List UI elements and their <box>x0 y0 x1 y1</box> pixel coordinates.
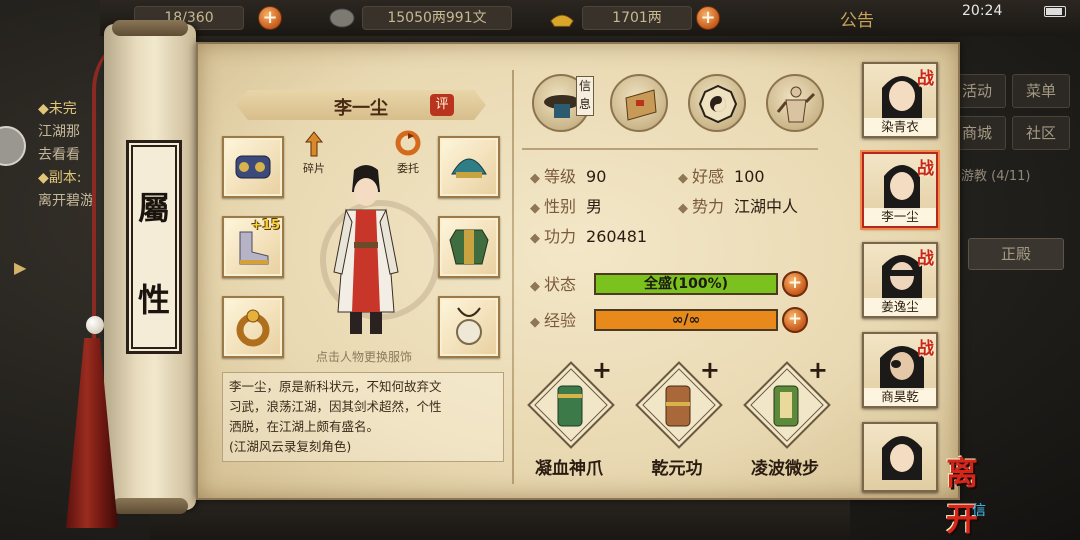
character-figure[interactable] <box>324 162 408 342</box>
equip-slot-armor[interactable] <box>438 216 500 278</box>
tab-underline <box>522 148 818 150</box>
tab-meridian[interactable] <box>766 74 824 132</box>
roster-name: 姜逸尘 <box>864 298 936 316</box>
diamond-bullet-icon: ◆ <box>530 279 540 294</box>
skill-add-icon[interactable]: + <box>592 356 612 384</box>
skill-name: 乾元功 <box>651 459 703 479</box>
panel-divider <box>512 70 514 484</box>
info-tag: 信息 <box>576 76 594 116</box>
attributes-title-tab: 屬 性 <box>126 140 182 354</box>
battle-badge: 战 <box>917 339 934 359</box>
scroll-map-icon <box>625 89 657 121</box>
shard-arrows-icon <box>304 131 324 157</box>
state-bar: 全盛(100%) <box>594 273 778 295</box>
roster-card[interactable]: 战 染青衣 <box>862 62 938 138</box>
diamond-bullet-icon: ◆ <box>530 171 540 186</box>
diamond-bullet-icon: ◆ <box>530 315 540 330</box>
roster-card[interactable] <box>862 422 938 492</box>
roster-name: 染青衣 <box>864 118 936 136</box>
boots-icon <box>239 231 269 265</box>
roster-card[interactable]: 战 商昊乾 <box>862 332 938 408</box>
skill-add-icon[interactable]: + <box>808 356 828 384</box>
helmet-icon <box>451 158 487 178</box>
roster-card[interactable]: 战 姜逸尘 <box>862 242 938 318</box>
coin-icon <box>329 8 355 28</box>
green-book-icon <box>773 385 799 427</box>
ingot-display: 1701两 <box>582 6 692 30</box>
tab-map[interactable] <box>610 74 668 132</box>
armor-icon <box>449 229 489 265</box>
favor-row: ◆ 好感 100 <box>678 167 765 186</box>
rating-badge[interactable]: 评 <box>430 94 454 116</box>
skill-add-icon[interactable]: + <box>700 356 720 384</box>
state-add-button[interactable]: + <box>782 271 808 297</box>
clock: 20:24 <box>962 3 1003 19</box>
gauntlet-icon <box>235 155 271 179</box>
entrust-swirl-icon <box>395 130 421 156</box>
equip-slot-amulet[interactable] <box>438 296 500 358</box>
tab-bagua[interactable] <box>688 74 746 132</box>
menu-button[interactable]: 菜单 <box>1012 74 1070 108</box>
body-meridian-icon <box>776 86 816 123</box>
leave-button[interactable]: 离开 <box>946 448 1006 538</box>
message-icon[interactable]: 信 <box>972 500 994 522</box>
character-attributes-panel: 李一尘 评 +15 碎片 委托 点击人物更换服饰 李一尘，原是新科状元，不知何故… <box>196 42 960 500</box>
notice-button[interactable]: 公告 <box>840 6 874 31</box>
diamond-bullet-icon: ◆ <box>530 231 540 246</box>
skill-name: 凝血神爪 <box>535 459 603 479</box>
green-scroll-icon <box>557 385 583 427</box>
main-hall-button[interactable]: 正殿 <box>968 238 1064 270</box>
device-status-bar: 20:24 <box>950 0 1080 22</box>
roster-name: 李一尘 <box>864 208 936 226</box>
faction-progress: 碧游教 (4/11) <box>948 169 1031 184</box>
tassel-bead <box>86 316 104 334</box>
top-resource-bar: 18/360 + 15050两991文 1701两 + 公告 <box>100 0 1080 36</box>
equip-slot-helmet[interactable] <box>438 136 500 198</box>
amulet-icon <box>456 307 482 345</box>
roster-card-selected[interactable]: 战 李一尘 <box>862 152 938 228</box>
ingot-add-button[interactable]: + <box>696 6 720 30</box>
bagua-icon <box>698 84 738 124</box>
exp-row: ◆ 经验 <box>530 311 577 330</box>
diamond-bullet-icon: ◆ <box>678 171 688 186</box>
bottom-dock <box>150 496 850 540</box>
portrait-icon <box>882 436 922 480</box>
gold-ingot-icon <box>550 14 574 27</box>
diamond-bullet-icon: ◆ <box>530 201 540 216</box>
skill-slot-1[interactable]: + 凝血神爪 <box>520 356 618 482</box>
community-button[interactable]: 社区 <box>1012 116 1070 150</box>
battle-badge: 战 <box>917 249 934 269</box>
bag-add-button[interactable]: + <box>258 6 282 30</box>
battle-badge: 战 <box>917 69 934 89</box>
money-display: 15050两991文 <box>362 6 512 30</box>
battle-badge: 战 <box>917 159 934 179</box>
exp-add-button[interactable]: + <box>782 307 808 333</box>
roster-name: 商昊乾 <box>864 388 936 406</box>
exp-bar: ∞/∞ <box>594 309 778 331</box>
state-bar-text: 全盛(100%) <box>643 276 729 292</box>
equip-slot-weapon[interactable] <box>222 136 284 198</box>
skill-slot-2[interactable]: + 乾元功 <box>628 356 726 482</box>
ring-icon <box>236 309 270 347</box>
state-row: ◆ 状态 <box>530 275 577 294</box>
level-row: ◆ 等级 90 <box>530 167 607 186</box>
expand-arrow-icon[interactable]: ▶ <box>14 258 28 278</box>
faction-row: ◆ 势力 江湖中人 <box>678 197 799 216</box>
power-row: ◆ 功力 260481 <box>530 227 648 246</box>
equip-slot-ring[interactable] <box>222 296 284 358</box>
skill-name: 凌波微步 <box>751 459 819 479</box>
battery-icon <box>1044 6 1066 17</box>
gender-row: ◆ 性别男 <box>530 197 603 216</box>
brown-scroll-icon <box>665 385 691 427</box>
diamond-bullet-icon: ◆ <box>678 201 688 216</box>
equip-slot-shoes[interactable]: +15 <box>222 216 284 278</box>
character-bio: 李一尘，原是新科状元，不知何故弃文 习武，浪荡江湖，因其剑术超然，个性 洒脱，在… <box>222 372 504 462</box>
costume-hint: 点击人物更换服饰 <box>315 350 412 364</box>
skill-slot-3[interactable]: + 凌波微步 <box>736 356 834 482</box>
exp-bar-text: ∞/∞ <box>671 312 701 328</box>
